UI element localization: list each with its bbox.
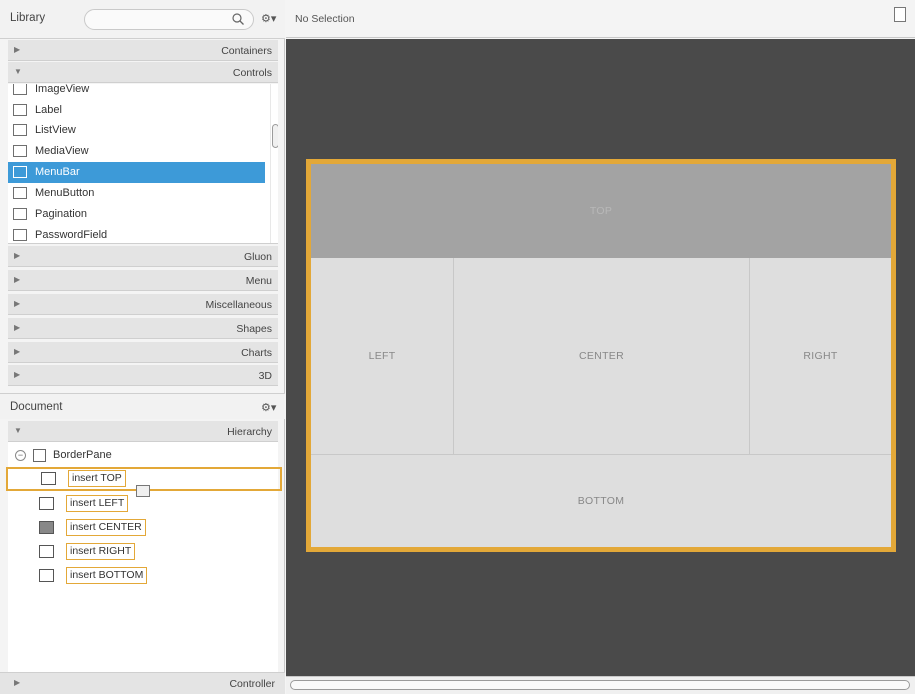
design-canvas[interactable]: TOP LEFT CENTER RIGHT BOTTOM bbox=[286, 39, 915, 676]
control-label: MediaView bbox=[35, 145, 89, 157]
scrollbar-thumb[interactable] bbox=[272, 124, 278, 148]
control-label: ListView bbox=[35, 124, 76, 136]
horizontal-scrollbar[interactable] bbox=[286, 676, 915, 694]
control-label: MenuBar bbox=[35, 166, 80, 178]
section-label: Miscellaneous bbox=[205, 299, 272, 311]
insert-center-row[interactable]: insert CENTER bbox=[8, 516, 278, 540]
section-label: Shapes bbox=[236, 323, 272, 335]
section-miscellaneous[interactable]: ▶ Miscellaneous bbox=[8, 293, 278, 315]
menubutton-icon bbox=[13, 187, 27, 199]
control-label: MenuButton bbox=[35, 187, 95, 199]
controls-list: ImageView Label ListView MediaView MenuB… bbox=[8, 84, 278, 244]
mediaview-icon bbox=[13, 145, 27, 157]
section-gluon[interactable]: ▶ Gluon bbox=[8, 245, 278, 267]
left-panel: Library ⚙▾ ▶ Containers ▼ Controls Image… bbox=[0, 0, 285, 694]
region-center[interactable]: CENTER bbox=[454, 258, 750, 454]
library-search-input[interactable] bbox=[84, 9, 254, 30]
scrollbar-thumb[interactable] bbox=[290, 680, 910, 690]
region-top-icon bbox=[41, 472, 56, 485]
section-label: Controller bbox=[229, 678, 275, 690]
borderpane-icon bbox=[33, 449, 46, 462]
document-title: Document bbox=[10, 401, 63, 413]
section-charts[interactable]: ▶ Charts bbox=[8, 341, 278, 363]
control-label: Label bbox=[35, 104, 62, 116]
section-label: Charts bbox=[241, 347, 272, 359]
control-label: Pagination bbox=[35, 208, 87, 220]
region-right[interactable]: RIGHT bbox=[750, 258, 891, 454]
collapsed-arrow-icon: ▶ bbox=[14, 251, 21, 260]
hierarchy-tree: − BorderPane insert TOP insert LEFT inse… bbox=[6, 442, 282, 672]
tree-node-borderpane[interactable]: − BorderPane bbox=[12, 447, 212, 465]
control-item-passwordfield[interactable]: PasswordField bbox=[8, 225, 265, 243]
insert-label: insert LEFT bbox=[66, 495, 129, 512]
control-item-mediaview[interactable]: MediaView bbox=[8, 141, 265, 162]
region-top[interactable]: TOP bbox=[311, 164, 891, 258]
control-item-label[interactable]: Label bbox=[8, 100, 265, 121]
collapsed-arrow-icon: ▶ bbox=[14, 275, 21, 284]
insert-label: insert CENTER bbox=[66, 519, 146, 536]
section-label: Containers bbox=[221, 45, 272, 57]
insert-right-row[interactable]: insert RIGHT bbox=[8, 540, 278, 564]
library-title: Library bbox=[10, 12, 46, 24]
control-label: ImageView bbox=[35, 84, 90, 95]
section-menu[interactable]: ▶ Menu bbox=[8, 269, 278, 291]
collapsed-arrow-icon: ▶ bbox=[14, 370, 21, 379]
control-item-listview[interactable]: ListView bbox=[8, 120, 265, 141]
insert-label: insert RIGHT bbox=[66, 543, 136, 560]
label-icon bbox=[13, 104, 27, 116]
library-gear-icon[interactable]: ⚙▾ bbox=[261, 12, 276, 25]
search-icon bbox=[232, 13, 244, 25]
document-icon[interactable] bbox=[894, 7, 906, 22]
drag-ghost-icon bbox=[136, 485, 150, 497]
insert-bottom-row[interactable]: insert BOTTOM bbox=[8, 564, 278, 588]
section-shapes[interactable]: ▶ Shapes bbox=[8, 317, 278, 339]
selection-status: No Selection bbox=[295, 13, 355, 25]
passwordfield-icon bbox=[13, 229, 27, 241]
control-item-menubutton[interactable]: MenuButton bbox=[8, 183, 265, 204]
insert-label: insert TOP bbox=[68, 470, 126, 487]
collapse-toggle-icon[interactable]: − bbox=[15, 450, 26, 461]
pagination-icon bbox=[13, 208, 27, 220]
menubar-icon bbox=[13, 166, 27, 178]
section-label: Gluon bbox=[243, 251, 272, 263]
listview-icon bbox=[13, 124, 27, 136]
control-item-menubar[interactable]: MenuBar bbox=[8, 162, 265, 183]
section-hierarchy[interactable]: ▼ Hierarchy bbox=[8, 420, 278, 442]
tree-node-label: BorderPane bbox=[53, 449, 112, 461]
insert-label: insert BOTTOM bbox=[66, 567, 148, 584]
region-center-icon bbox=[39, 521, 54, 534]
expanded-arrow-icon: ▼ bbox=[14, 426, 22, 435]
section-containers[interactable]: ▶ Containers bbox=[8, 39, 278, 61]
section-label: 3D bbox=[258, 370, 272, 382]
borderpane-preview[interactable]: TOP LEFT CENTER RIGHT BOTTOM bbox=[306, 159, 896, 552]
section-controller[interactable]: ▶ Controller bbox=[0, 672, 285, 694]
section-label: Controls bbox=[232, 67, 272, 79]
library-header: Library ⚙▾ bbox=[0, 0, 285, 39]
section-controls[interactable]: ▼ Controls bbox=[8, 61, 278, 83]
section-label: Hierarchy bbox=[227, 426, 272, 438]
collapsed-arrow-icon: ▶ bbox=[14, 678, 21, 687]
controls-scrollbar[interactable] bbox=[270, 84, 278, 243]
section-3d[interactable]: ▶ 3D bbox=[8, 364, 278, 386]
control-item-pagination[interactable]: Pagination bbox=[8, 204, 265, 225]
collapsed-arrow-icon: ▶ bbox=[14, 45, 21, 54]
control-item-imageview[interactable]: ImageView bbox=[8, 84, 265, 100]
collapsed-arrow-icon: ▶ bbox=[14, 323, 21, 332]
collapsed-arrow-icon: ▶ bbox=[14, 347, 21, 356]
region-right-icon bbox=[39, 545, 54, 558]
region-left[interactable]: LEFT bbox=[311, 258, 454, 454]
section-label: Menu bbox=[245, 275, 272, 287]
region-left-icon bbox=[39, 497, 54, 510]
document-gear-icon[interactable]: ⚙▾ bbox=[261, 401, 276, 414]
control-label: PasswordField bbox=[35, 229, 108, 241]
selection-bar: No Selection bbox=[286, 0, 915, 38]
collapsed-arrow-icon: ▶ bbox=[14, 299, 21, 308]
region-bottom[interactable]: BOTTOM bbox=[311, 454, 891, 547]
document-header: Document ⚙▾ bbox=[0, 393, 285, 419]
imageview-icon bbox=[13, 84, 27, 95]
region-bottom-icon bbox=[39, 569, 54, 582]
expanded-arrow-icon: ▼ bbox=[14, 67, 22, 76]
